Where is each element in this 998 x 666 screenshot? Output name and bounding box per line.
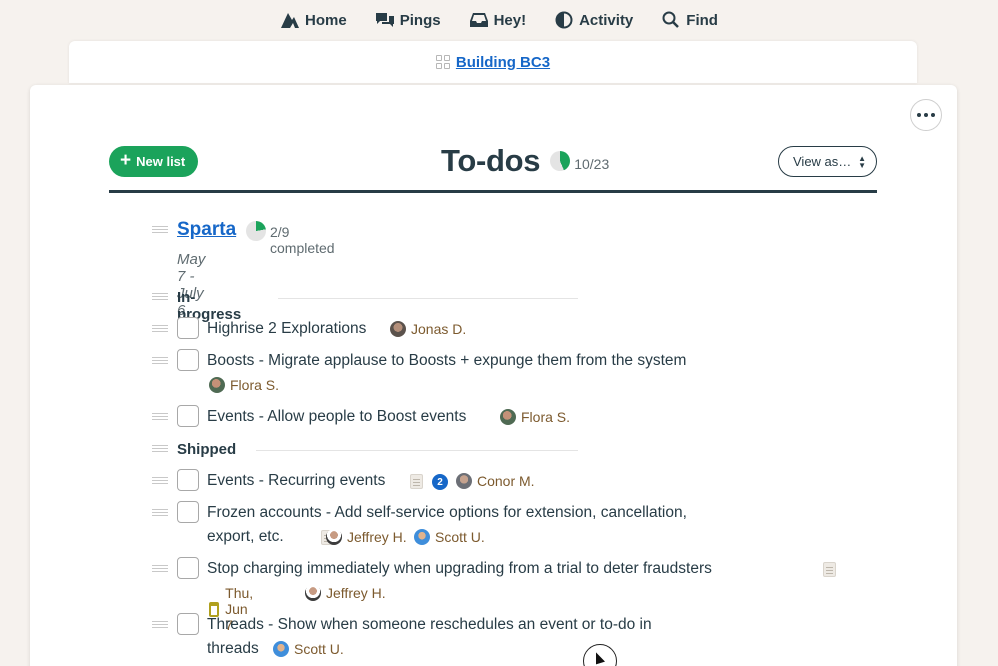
nav-home[interactable]: Home [266,0,361,40]
assignee-name: Jeffrey H. [326,585,386,601]
list-completed-count: 2/9 completed [270,224,335,256]
assignee[interactable]: Conor M. [456,473,535,489]
nav-find-label: Find [686,11,718,29]
drag-handle-icon[interactable] [152,509,168,516]
view-as-select[interactable]: View as… ▲ ▼ [778,146,877,177]
assignee[interactable]: Scott U. [414,529,485,545]
page-title: To-dos [441,143,541,178]
drag-handle-icon[interactable] [152,621,168,628]
project-grid-icon [435,55,450,69]
avatar [326,529,342,545]
nav-pings-label: Pings [399,11,441,29]
pings-icon [375,13,394,27]
drag-handle-icon[interactable] [152,413,168,420]
drag-handle-icon[interactable] [152,565,168,572]
assignee[interactable]: Flora S. [209,377,279,393]
assignee[interactable]: Flora S. [500,409,570,425]
todo-title[interactable]: Events - Allow people to Boost events [207,408,466,426]
calendar-icon [209,601,220,617]
avatar [414,529,430,545]
assignee[interactable]: Jonas D. [390,321,466,337]
avatar [209,377,225,393]
assignee-name: Jeffrey H. [347,529,407,545]
todo-checkbox[interactable] [177,349,199,371]
hey-icon [469,13,488,27]
avatar [273,641,289,657]
todo-checkbox[interactable] [177,557,199,579]
drag-handle-icon[interactable] [152,445,168,452]
todo-checkbox[interactable] [177,405,199,427]
page-title-wrap: To-dos 10/23 [441,141,609,181]
avatar [390,321,406,337]
todo-title-cont[interactable]: export, etc. [207,528,284,546]
new-list-button[interactable]: + New list [109,146,199,177]
todos-header: + New list To-dos 10/23 View as… ▲ ▼ [109,141,877,193]
activity-icon [555,11,573,29]
nav-hey-label: Hey! [493,11,527,29]
assignee-name: Conor M. [477,473,535,489]
drag-handle-icon[interactable] [152,293,168,300]
group-title: Shipped [177,441,237,458]
project-link[interactable]: Building BC3 [456,54,550,71]
notes-icon [410,474,423,489]
todos-card: + New list To-dos 10/23 View as… ▲ ▼ Spar… [30,85,957,666]
todo-checkbox[interactable] [177,469,199,491]
todo-checkbox[interactable] [177,501,199,523]
drag-handle-icon[interactable] [152,226,168,233]
todo-checkbox[interactable] [177,613,199,635]
assignee[interactable]: Jeffrey H. [305,585,386,601]
avatar [305,585,321,601]
nav-find[interactable]: Find [647,0,732,40]
list-title-link[interactable]: Sparta [177,219,236,241]
assignee-name: Scott U. [435,529,485,545]
progress-count: 10/23 [574,155,610,172]
assignee-name: Jonas D. [411,321,467,337]
home-icon [281,13,300,28]
progress-pie-icon [550,151,571,171]
todo-checkbox[interactable] [177,317,199,339]
todo-list: Sparta 2/9 completed May 7 - July 6 In-p… [30,85,836,657]
top-nav: Home Pings Hey! Activity Find [0,0,998,40]
list-progress-pie-icon [246,221,266,241]
plus-icon: + [120,150,132,171]
comment-count-badge[interactable]: 2 [432,474,448,490]
todo-title[interactable]: Boosts - Migrate applause to Boosts + ex… [207,352,686,370]
todo-title-cont[interactable]: threads [207,640,259,658]
assignee[interactable]: Jeffrey H. [326,529,407,545]
notes-icon [822,562,836,577]
assignee-name: Flora S. [230,377,280,393]
todo-title[interactable]: Highrise 2 Explorations [207,320,366,338]
group-divider [256,450,578,451]
nav-home-label: Home [305,11,347,29]
view-as-label: View as… [793,154,852,169]
avatar [456,473,472,489]
nav-activity[interactable]: Activity [540,0,647,40]
drag-handle-icon[interactable] [152,477,168,484]
todo-title[interactable]: Stop charging immediately when upgrading… [207,560,712,578]
nav-pings[interactable]: Pings [361,0,455,40]
assignee-name: Scott U. [294,641,344,657]
assignee[interactable]: Scott U. [273,641,344,657]
new-list-label: New list [136,154,186,169]
assignee-name: Flora S. [521,409,571,425]
drag-handle-icon[interactable] [152,325,168,332]
avatar [500,409,516,425]
search-icon [662,11,680,28]
project-bar: Building BC3 [69,41,917,83]
drag-handle-icon[interactable] [152,357,168,364]
more-options-button[interactable] [910,99,942,131]
todo-title[interactable]: Frozen accounts - Add self-service optio… [207,504,687,522]
group-divider [278,298,578,299]
todo-title[interactable]: Events - Recurring events [207,472,385,490]
select-arrows-icon: ▲ ▼ [858,154,866,170]
todo-title[interactable]: Threads - Show when someone reschedules … [207,616,652,634]
nav-activity-label: Activity [579,11,634,29]
nav-hey[interactable]: Hey! [455,0,541,40]
